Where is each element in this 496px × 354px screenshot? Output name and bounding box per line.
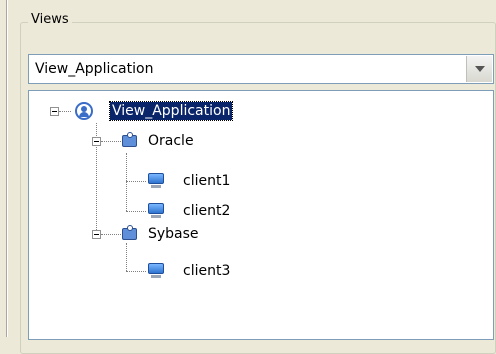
monitor-icon <box>147 171 165 189</box>
views-tree[interactable]: View_Application Oracle client1 client2 … <box>28 90 494 340</box>
view-select-dropdown-button[interactable] <box>466 56 492 82</box>
monitor-icon <box>147 261 165 279</box>
tree-connector <box>101 141 121 142</box>
tree-connector <box>126 181 146 182</box>
database-group-icon <box>121 224 139 242</box>
tree-node-client2[interactable]: client2 <box>183 202 230 220</box>
tree-connector <box>126 271 146 272</box>
collapse-toggle-sybase[interactable] <box>92 230 101 239</box>
application-icon <box>75 102 93 120</box>
tree-connector <box>126 153 127 211</box>
window-edge-highlight <box>7 0 8 337</box>
tree-node-sybase[interactable]: Sybase <box>148 225 199 243</box>
monitor-icon <box>147 201 165 219</box>
tree-node-oracle[interactable]: Oracle <box>148 132 194 150</box>
chevron-down-icon <box>475 66 485 72</box>
tree-connector <box>101 234 121 235</box>
tree-connector <box>126 211 146 212</box>
collapse-toggle-oracle[interactable] <box>92 137 101 146</box>
tree-node-client1[interactable]: client1 <box>183 172 230 190</box>
tree-node-view-application[interactable]: View_Application <box>108 101 234 121</box>
view-select-value: View_Application <box>35 61 154 77</box>
views-group-label: Views <box>28 12 72 27</box>
tree-connector <box>126 243 127 271</box>
tree-node-client3[interactable]: client3 <box>183 262 230 280</box>
view-select-combobox[interactable]: View_Application <box>28 54 494 84</box>
collapse-toggle-root[interactable] <box>50 107 59 116</box>
tree-connector <box>59 111 71 112</box>
database-group-icon <box>121 131 139 149</box>
